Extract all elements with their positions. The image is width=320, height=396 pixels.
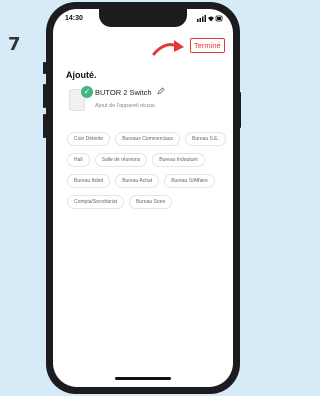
device-status: Ajout de l'appareil réussi: [95, 103, 155, 109]
room-chip[interactable]: Hall: [67, 153, 90, 167]
phone-screen: 14:30 Terminé Ajouté. ✓ BUTOR 2 Switch A…: [53, 9, 233, 387]
room-chip[interactable]: Bureau Soen: [129, 195, 173, 209]
room-chip[interactable]: Coin Détente: [67, 132, 111, 146]
check-icon: ✓: [81, 86, 93, 98]
room-chip[interactable]: Bureau Ilsled: [67, 174, 111, 188]
device-name: BUTOR 2 Switch: [95, 88, 152, 97]
step-number: 7: [8, 34, 21, 55]
home-indicator[interactable]: [115, 377, 171, 380]
room-chip[interactable]: Bureau S.E.: [185, 132, 227, 146]
room-list: Coin Détente Bureaux Commerciaux Bureau …: [67, 132, 227, 209]
room-chip[interactable]: Compta/Secrétariat: [67, 195, 125, 209]
phone-power-button: [238, 92, 241, 128]
page-title: Ajouté.: [66, 70, 97, 80]
room-chip[interactable]: Bureau Achat: [115, 174, 160, 188]
signal-wifi-battery-icon: [197, 15, 223, 22]
phone-volume-up: [43, 84, 46, 108]
status-bar: 14:30: [53, 15, 233, 27]
room-chip[interactable]: Bureau Indoutum: [152, 153, 205, 167]
phone-mute-switch: [43, 62, 46, 74]
room-chip[interactable]: Salle de réunions: [94, 153, 148, 167]
status-icons: [197, 15, 223, 24]
room-chip[interactable]: Bureaux Commerciaux: [115, 132, 181, 146]
edit-icon[interactable]: [157, 87, 165, 95]
done-button[interactable]: Terminé: [190, 38, 225, 53]
room-chip[interactable]: Bureau S/Affaire: [164, 174, 215, 188]
pointer-arrow-icon: [152, 40, 184, 56]
status-time: 14:30: [65, 15, 83, 22]
phone-volume-down: [43, 114, 46, 138]
